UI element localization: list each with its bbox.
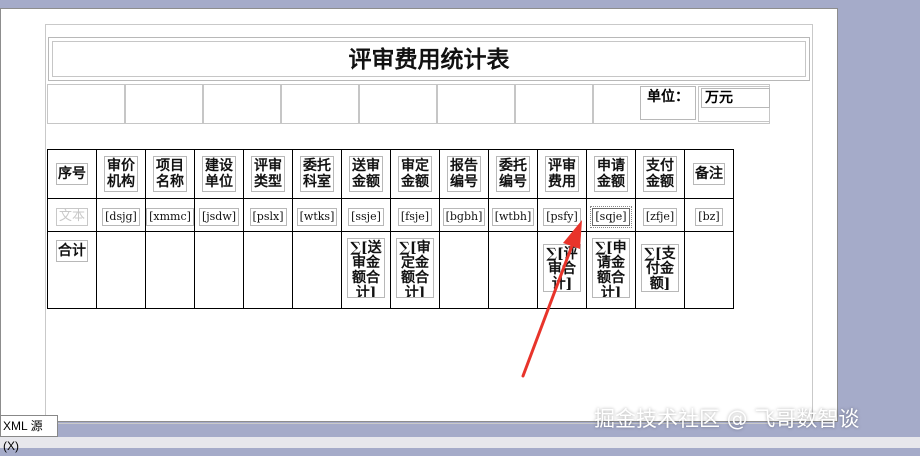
status-bar — [0, 437, 920, 448]
tab-xml-source[interactable]: XML 源(X) — [0, 415, 58, 453]
watermark: 掘金技术社区 @ 飞哥数智谈 — [594, 407, 860, 431]
red-arrow-annotation — [521, 220, 582, 378]
